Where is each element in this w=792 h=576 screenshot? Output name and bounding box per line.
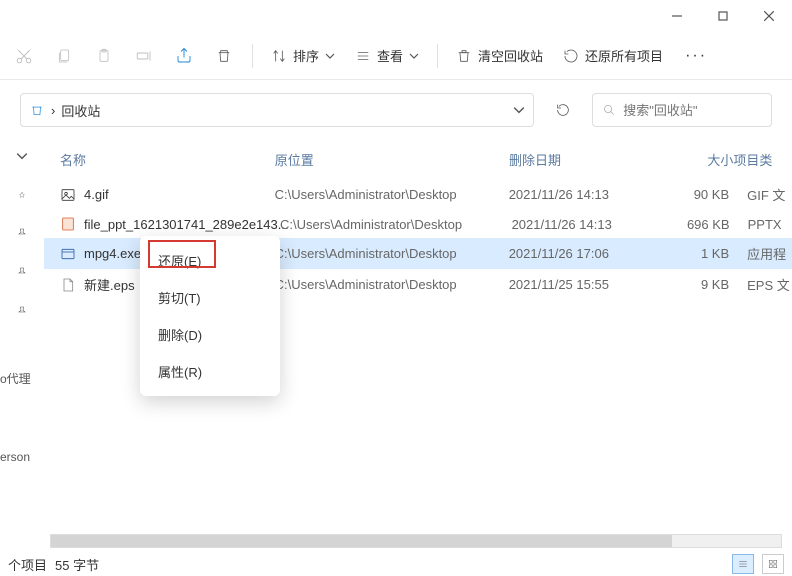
search-icon xyxy=(603,103,615,117)
status-bar: 个项目 55 字节 xyxy=(0,552,792,576)
col-date[interactable]: 删除日期 xyxy=(509,146,665,173)
file-location: C:\Users\Administrator\Desktop xyxy=(280,217,512,232)
column-headers[interactable]: 名称 原位置 删除日期 大小 项目类 xyxy=(44,140,792,179)
close-button[interactable] xyxy=(746,0,792,32)
sidebar-label: o代理 xyxy=(0,370,31,387)
pin-icon[interactable] xyxy=(16,189,28,204)
search-input[interactable] xyxy=(623,103,761,118)
file-date: 2021/11/25 15:55 xyxy=(509,277,665,292)
ctx-properties[interactable]: 属性(R) xyxy=(140,353,280,390)
breadcrumb-location: 回收站 xyxy=(61,101,100,120)
ctx-cut[interactable]: 剪切(T) xyxy=(140,279,280,316)
file-icon xyxy=(60,246,76,262)
sort-label: 排序 xyxy=(293,46,319,65)
sidebar-label: erson xyxy=(0,450,30,464)
file-name: 4.gif xyxy=(84,187,109,202)
file-icon xyxy=(60,216,76,232)
file-icon xyxy=(60,187,76,203)
file-date: 2021/11/26 17:06 xyxy=(509,246,665,261)
file-size: 9 KB xyxy=(665,277,733,292)
file-size: 696 KB xyxy=(666,217,734,232)
more-button[interactable]: ··· xyxy=(673,47,719,65)
trash-icon xyxy=(456,47,472,65)
status-bytes: 55 字节 xyxy=(55,555,99,574)
file-location: C:\Users\Administrator\Desktop xyxy=(275,277,509,292)
rename-icon[interactable] xyxy=(124,36,164,76)
file-type: EPS 文 xyxy=(733,275,792,294)
share-icon[interactable] xyxy=(164,36,204,76)
chevron-down-icon[interactable] xyxy=(16,150,28,165)
chevron-down-icon xyxy=(409,51,419,61)
file-date: 2021/11/26 14:13 xyxy=(509,187,665,202)
h-scrollbar[interactable] xyxy=(50,534,782,548)
copy-icon[interactable] xyxy=(44,36,84,76)
breadcrumb[interactable]: › 回收站 xyxy=(20,93,534,127)
sidebar: o代理 erson xyxy=(0,140,44,552)
table-row[interactable]: file_ppt_1621301741_289e2e143...C:\Users… xyxy=(44,210,792,238)
file-size: 1 KB xyxy=(665,246,733,261)
paste-icon[interactable] xyxy=(84,36,124,76)
col-name[interactable]: 名称 xyxy=(60,146,275,173)
chevron-down-icon xyxy=(325,51,335,61)
file-type: 应用程 xyxy=(733,244,792,263)
recycle-bin-icon xyxy=(29,102,45,118)
ctx-delete[interactable]: 删除(D) xyxy=(140,316,280,353)
empty-bin-label: 清空回收站 xyxy=(478,46,543,65)
context-menu: 还原(E) 剪切(T) 删除(D) 属性(R) xyxy=(140,236,280,396)
pin-icon[interactable] xyxy=(16,228,28,243)
file-type: PPTX xyxy=(734,217,792,232)
col-location[interactable]: 原位置 xyxy=(275,146,509,173)
chevron-down-icon[interactable] xyxy=(513,104,525,116)
restore-icon xyxy=(563,48,579,64)
pin-icon[interactable] xyxy=(16,267,28,282)
breadcrumb-sep: › xyxy=(51,103,55,118)
file-name: 新建.eps xyxy=(84,275,135,294)
file-location: C:\Users\Administrator\Desktop xyxy=(275,187,509,202)
file-name: mpg4.exe xyxy=(84,246,141,261)
delete-icon[interactable] xyxy=(204,36,244,76)
maximize-button[interactable] xyxy=(700,0,746,32)
file-location: C:\Users\Administrator\Desktop xyxy=(275,246,509,261)
view-icon xyxy=(355,49,371,63)
divider xyxy=(252,44,253,68)
file-name: file_ppt_1621301741_289e2e143... xyxy=(84,217,289,232)
col-size[interactable]: 大小 xyxy=(665,146,733,173)
icons-view-button[interactable] xyxy=(762,554,784,574)
divider xyxy=(437,44,438,68)
status-items: 个项目 xyxy=(8,555,47,574)
view-label: 查看 xyxy=(377,46,403,65)
view-button[interactable]: 查看 xyxy=(345,46,429,65)
ctx-restore[interactable]: 还原(E) xyxy=(140,242,280,279)
refresh-button[interactable] xyxy=(546,93,580,127)
restore-all-label: 还原所有项目 xyxy=(585,46,663,65)
file-size: 90 KB xyxy=(665,187,733,202)
col-type[interactable]: 项目类 xyxy=(733,146,792,173)
details-view-button[interactable] xyxy=(732,554,754,574)
restore-all-button[interactable]: 还原所有项目 xyxy=(553,46,673,65)
cut-icon[interactable] xyxy=(4,36,44,76)
sort-button[interactable]: 排序 xyxy=(261,46,345,65)
pin-icon[interactable] xyxy=(16,306,28,321)
minimize-button[interactable] xyxy=(654,0,700,32)
file-date: 2021/11/26 14:13 xyxy=(512,217,666,232)
file-icon xyxy=(60,277,76,293)
table-row[interactable]: 4.gif C:\Users\Administrator\Desktop2021/… xyxy=(44,179,792,210)
search-box[interactable] xyxy=(592,93,772,127)
empty-bin-button[interactable]: 清空回收站 xyxy=(446,46,553,65)
file-type: GIF 文 xyxy=(733,185,792,204)
sort-icon xyxy=(271,48,287,64)
